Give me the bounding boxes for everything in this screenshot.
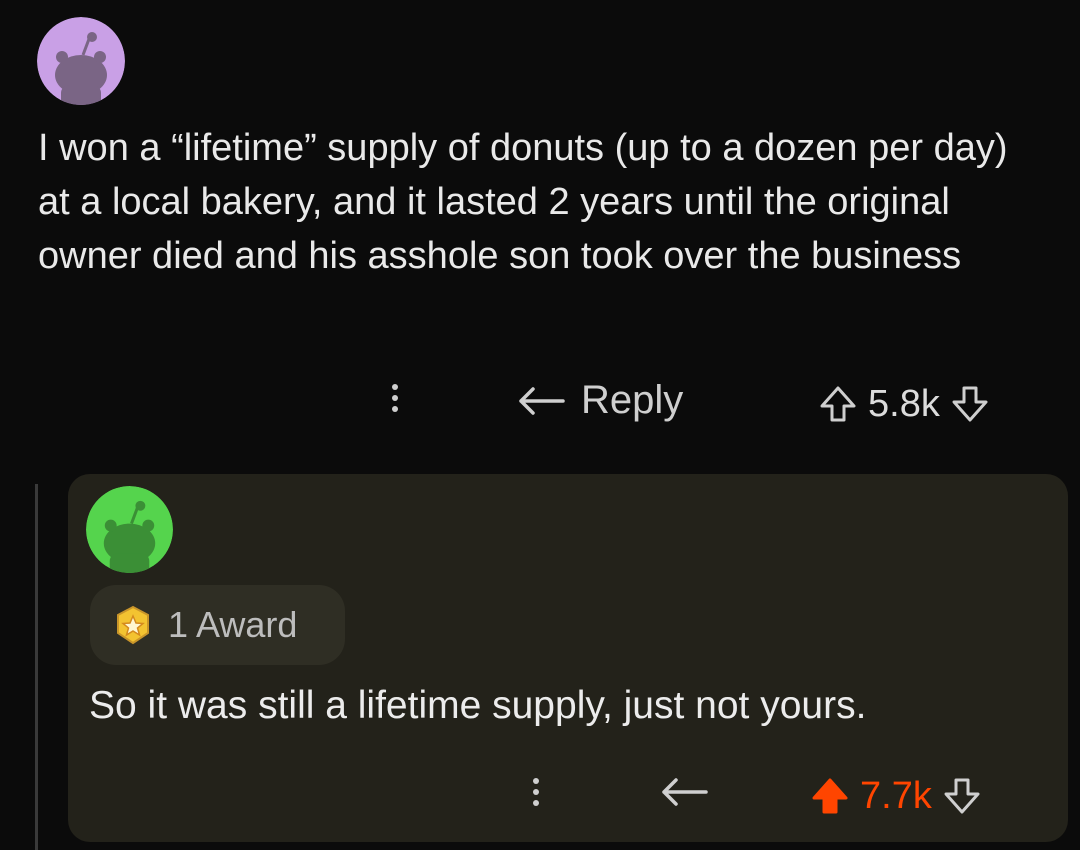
more-options-button[interactable] (531, 778, 541, 811)
more-options-button[interactable] (390, 384, 400, 417)
upvote-arrow-icon[interactable] (818, 384, 858, 424)
vote-count: 7.7k (860, 774, 932, 817)
award-badge-icon (117, 605, 149, 645)
award-label: 1 Award (168, 604, 298, 645)
reply-button[interactable]: Reply (517, 378, 683, 423)
vote-controls: 7.7k (810, 772, 982, 820)
reply-arrow-icon (519, 386, 565, 415)
post-avatar[interactable] (37, 17, 125, 105)
thread-line[interactable] (35, 484, 38, 850)
reply-avatar[interactable] (86, 486, 173, 573)
award-badge[interactable]: 1 Award (90, 585, 345, 665)
reply-body: So it was still a lifetime supply, just … (89, 684, 867, 727)
reply-button[interactable] (660, 776, 710, 808)
comment-body: I won a “lifetime” supply of donuts (up … (38, 127, 1008, 277)
vote-count: 5.8k (868, 382, 940, 425)
snoo-avatar-icon (86, 486, 173, 573)
reply-arrow-icon (662, 778, 708, 806)
downvote-arrow-icon[interactable] (950, 384, 990, 424)
reply-label: Reply (581, 378, 684, 422)
downvote-arrow-icon[interactable] (942, 776, 982, 816)
vote-controls: 5.8k (818, 380, 990, 428)
snoo-avatar-icon (37, 17, 125, 105)
upvote-filled-icon[interactable] (810, 776, 850, 816)
